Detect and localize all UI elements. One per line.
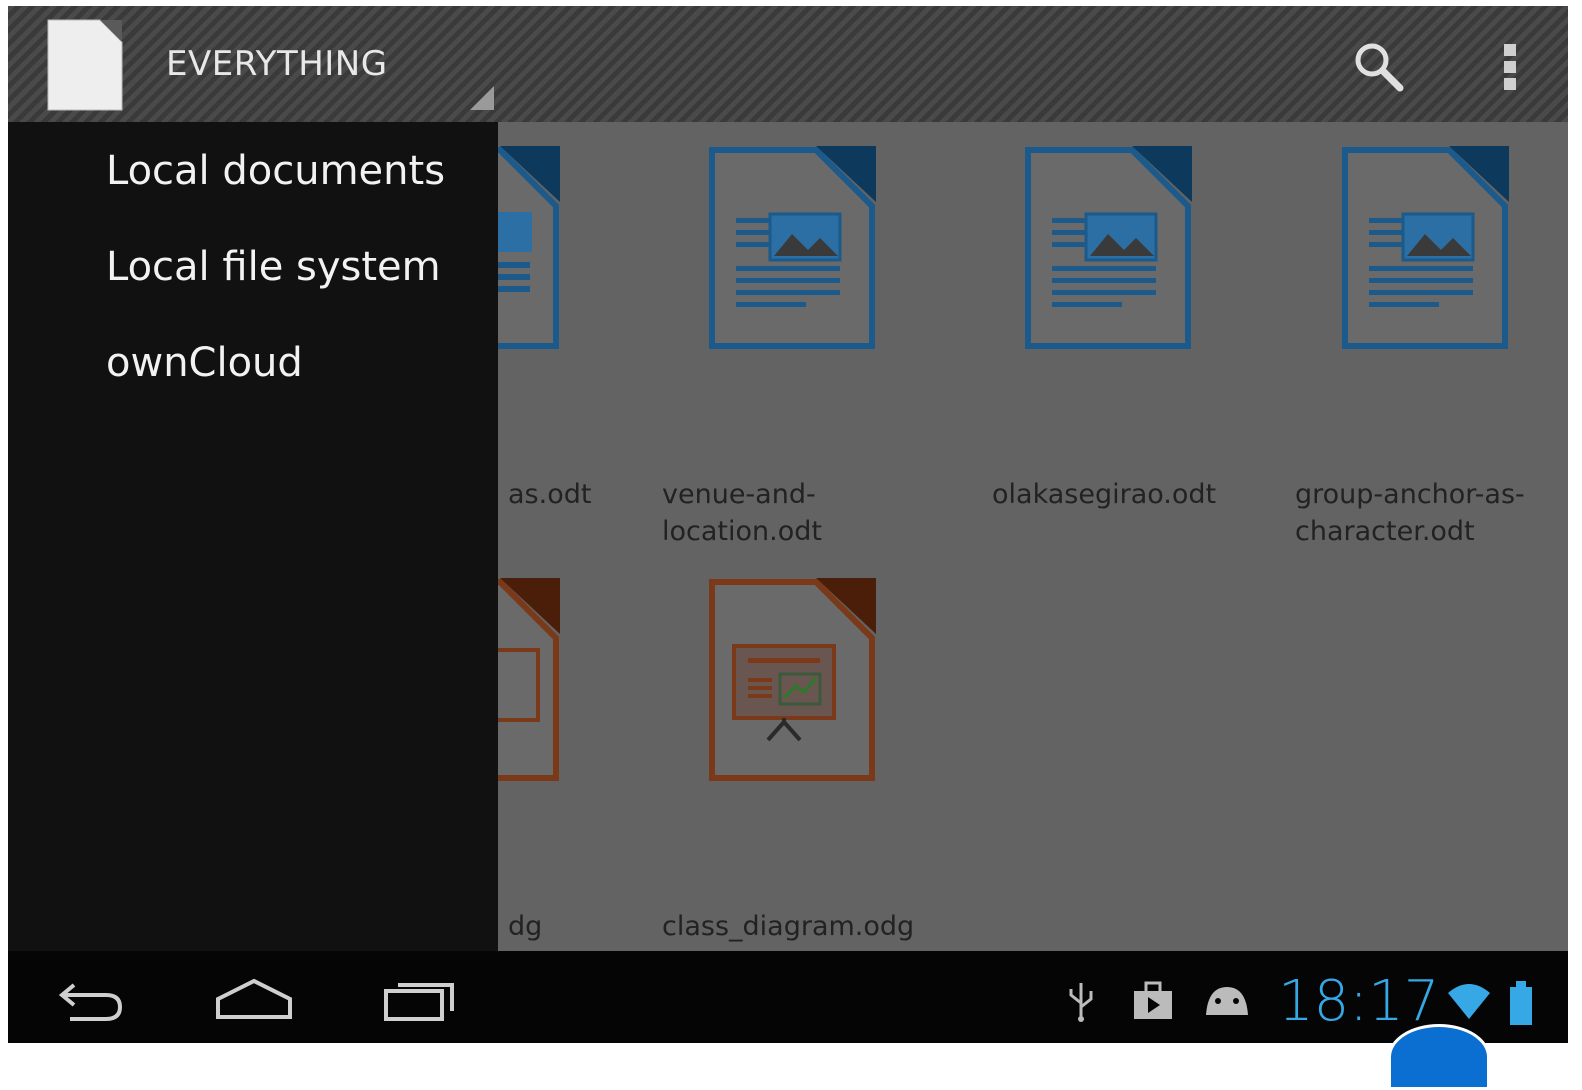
document-name: group-anchor-as-character.odt bbox=[1295, 479, 1525, 547]
spinner-dropdown-icon bbox=[470, 86, 494, 110]
overlay-orb bbox=[1388, 1024, 1490, 1090]
drawer-item-local-file-system[interactable]: Local file system bbox=[106, 244, 441, 290]
document-item[interactable]: venue-and-location.odt bbox=[662, 142, 1004, 552]
usb-icon bbox=[1069, 983, 1093, 1022]
recents-icon[interactable] bbox=[382, 977, 458, 1021]
battery-icon bbox=[1510, 981, 1532, 1025]
overflow-menu-icon[interactable] bbox=[1498, 40, 1522, 94]
document-item[interactable]: olakasegirao.odt bbox=[992, 142, 1320, 552]
home-icon[interactable] bbox=[214, 977, 294, 1021]
system-bar: 18:17 bbox=[8, 951, 1568, 1043]
document-item[interactable]: group-anchor-as-character.odt bbox=[1295, 142, 1568, 552]
writer-document-icon bbox=[1025, 146, 1192, 349]
drawer-item-owncloud[interactable]: ownCloud bbox=[106, 340, 303, 386]
wifi-icon bbox=[1448, 984, 1490, 1019]
navigation-drawer: Local documents Local file system ownClo… bbox=[8, 122, 498, 951]
android-debug-icon bbox=[1206, 987, 1248, 1015]
document-item[interactable]: class_diagram.odg bbox=[662, 574, 1004, 984]
document-name: class_diagram.odg bbox=[662, 911, 915, 942]
impress-document-icon bbox=[709, 578, 876, 781]
navigation-spinner-title[interactable]: EVERYTHING bbox=[166, 44, 388, 84]
writer-document-icon bbox=[709, 146, 876, 349]
status-clock: 18:17 bbox=[1278, 969, 1440, 1034]
libreoffice-document-icon[interactable] bbox=[44, 14, 124, 114]
action-bar: EVERYTHING bbox=[8, 6, 1568, 122]
store-icon bbox=[1134, 981, 1172, 1019]
search-icon[interactable] bbox=[1352, 40, 1406, 94]
back-icon[interactable] bbox=[54, 977, 126, 1021]
document-name: venue-and-location.odt bbox=[662, 479, 822, 547]
device-screen: EVERYTHING as.odt venue-and-location.odt… bbox=[8, 6, 1568, 1043]
writer-document-icon bbox=[1342, 146, 1509, 349]
document-name: olakasegirao.odt bbox=[992, 479, 1217, 510]
drawer-item-local-documents[interactable]: Local documents bbox=[106, 148, 445, 194]
